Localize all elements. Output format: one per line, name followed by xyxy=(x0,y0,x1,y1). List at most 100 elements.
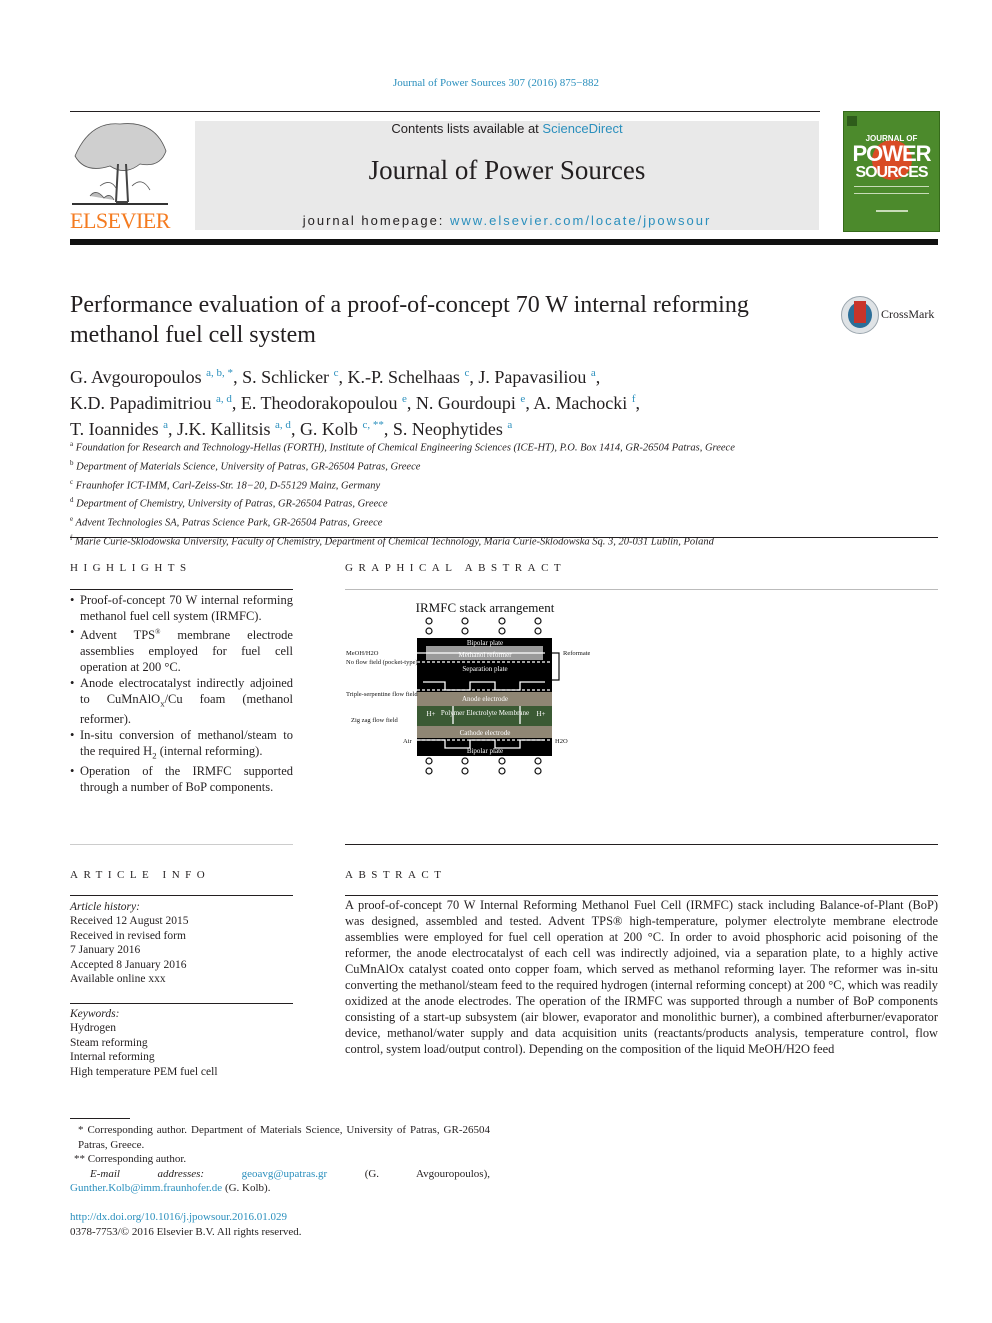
article-title: Performance evaluation of a proof-of-con… xyxy=(70,292,749,348)
article-info-rule xyxy=(70,895,293,896)
contents-line: Contents lists available at ScienceDirec… xyxy=(195,121,819,136)
homepage-prefix: journal homepage: xyxy=(302,213,451,228)
author[interactable]: K.-P. Schelhaas c xyxy=(347,367,469,387)
crossmark-label: CrossMark xyxy=(881,307,935,321)
doi-link[interactable]: http://dx.doi.org/10.1016/j.jpowsour.201… xyxy=(70,1211,287,1223)
highlights-rule xyxy=(70,589,293,590)
history-label: Article history: xyxy=(70,901,140,913)
abstract-rule xyxy=(345,895,938,896)
abstract-text: A proof-of-concept 70 W Internal Reformi… xyxy=(345,898,938,1056)
author-list: G. Avgouropoulos a, b, *, S. Schlicker c… xyxy=(70,367,640,439)
contents-prefix: Contents lists available at xyxy=(391,121,543,136)
layer-label: Cathode electrode xyxy=(460,729,511,737)
layer-label: Bipolar plate xyxy=(467,639,503,647)
membrane-ion-label: H+ xyxy=(536,710,545,718)
copyright: 0378-7753/© 2016 Elsevier B.V. All right… xyxy=(70,1226,302,1238)
author[interactable]: T. Ioannides a xyxy=(70,419,168,439)
author[interactable]: K.D. Papadimitriou a, d xyxy=(70,393,232,413)
highlight-item: Proof-of-concept 70 W internal reforming… xyxy=(70,593,293,625)
membrane-ion-label: H+ xyxy=(426,710,435,718)
affiliation: d Department of Chemistry, University of… xyxy=(70,496,388,510)
journal-cover[interactable]: JOURNAL OF POWER SOURCES xyxy=(843,111,940,232)
layer-label: Methanol reformer xyxy=(458,651,512,659)
reformate-loop xyxy=(552,652,560,681)
keywords-rule xyxy=(70,1003,293,1004)
email-label: E-mail addresses: xyxy=(90,1167,242,1180)
left-label: Zig zag flow field xyxy=(351,717,398,724)
email-link[interactable]: geoavg@upatras.gr xyxy=(242,1168,328,1180)
elsevier-wordmark: ELSEVIER xyxy=(70,208,170,233)
article-info-heading: ARTICLE INFO xyxy=(70,869,211,881)
crossmark-icon xyxy=(841,296,879,334)
author[interactable]: J.K. Kallitsis a, d xyxy=(177,419,291,439)
article-history: Article history: Received 12 August 2015… xyxy=(70,900,293,986)
header-thick-rule xyxy=(70,239,938,245)
email-owner: (G. Kolb). xyxy=(222,1182,271,1195)
highlight-item: In-situ conversion of methanol/steam to … xyxy=(70,728,293,764)
cover-publisher-icon xyxy=(847,116,857,126)
keyword[interactable]: High temperature PEM fuel cell xyxy=(70,1065,293,1079)
email-link[interactable]: Gunther.Kolb@imm.fraunhofer.de xyxy=(70,1182,222,1194)
sciencedirect-link[interactable]: ScienceDirect xyxy=(542,121,622,136)
graphical-abstract-end-rule xyxy=(345,844,938,845)
affiliation: a Foundation for Research and Technology… xyxy=(70,440,735,454)
section-divider xyxy=(70,537,938,538)
author[interactable]: J. Papavasiliou a xyxy=(478,367,595,387)
author[interactable]: S. Neophytides a xyxy=(393,419,512,439)
affiliation-list: a Foundation for Research and Technology… xyxy=(70,437,930,550)
journal-citation[interactable]: Journal of Power Sources 307 (2016) 875−… xyxy=(0,77,992,89)
footnotes: * Corresponding author. Department of Ma… xyxy=(70,1123,490,1196)
highlight-item: Anode electrocatalyst indirectly adjoine… xyxy=(70,676,293,728)
history-item: Accepted 8 January 2016 xyxy=(70,958,187,971)
journal-homepage: journal homepage: www.elsevier.com/locat… xyxy=(195,213,819,228)
footnote-rule xyxy=(70,1118,130,1119)
highlights-heading: HIGHLIGHTS xyxy=(70,562,192,574)
history-item: Received 12 August 2015 xyxy=(70,915,189,928)
history-item: Available online xxx xyxy=(70,973,166,986)
keyword[interactable]: Hydrogen xyxy=(70,1021,293,1035)
layer-label: Anode electrode xyxy=(462,695,508,703)
left-label: Triple-serpentine flow field xyxy=(346,691,418,698)
cover-footer xyxy=(876,210,908,212)
highlight-item: Advent TPS® membrane electrode assemblie… xyxy=(70,625,293,676)
header-rule xyxy=(70,111,820,112)
corresponding-author-1: * Corresponding author. Department of Ma… xyxy=(78,1124,490,1151)
graphical-abstract-rule xyxy=(345,589,938,590)
journal-title: Journal of Power Sources xyxy=(368,155,646,185)
graphical-abstract-heading: GRAPHICAL ABSTRACT xyxy=(345,562,567,574)
highlights-end-rule xyxy=(70,844,293,845)
author[interactable]: G. Kolb c, ** xyxy=(300,419,384,439)
crossmark-button[interactable]: CrossMark xyxy=(841,296,941,336)
author[interactable]: A. Machocki f xyxy=(533,393,635,413)
author[interactable]: G. Avgouropoulos a, b, * xyxy=(70,367,233,387)
left-label: MeOH/H2O xyxy=(346,650,379,657)
right-label: Reformate H2/CO2/H2O (CO, MeOH) xyxy=(563,650,590,657)
graphical-abstract-figure[interactable]: IRMFC stack arrangement Bipolar plate Me… xyxy=(345,598,590,778)
abstract-heading: ABSTRACT xyxy=(345,869,447,881)
keyword[interactable]: Steam reforming xyxy=(70,1036,293,1050)
email-owner: (G. Avgouropoulos), xyxy=(327,1167,490,1180)
cover-subtitle xyxy=(854,186,929,194)
cover-line2: POWER xyxy=(852,141,931,166)
right-label: H2O xyxy=(555,738,568,745)
keywords: Keywords: Hydrogen Steam reforming Inter… xyxy=(70,1007,293,1079)
affiliation: f Marie Curie-Sklodowska University, Fac… xyxy=(70,534,714,548)
author[interactable]: E. Theodorakopoulou e xyxy=(241,393,407,413)
affiliation: b Department of Materials Science, Unive… xyxy=(70,458,421,473)
figure-title: IRMFC stack arrangement xyxy=(416,600,555,615)
elsevier-tree-icon xyxy=(72,123,168,205)
affiliation: e Advent Technologies SA, Patras Science… xyxy=(70,515,383,529)
author[interactable]: N. Gourdoupi e xyxy=(416,393,525,413)
left-label: No flow field (pocket-type) xyxy=(346,659,418,666)
author[interactable]: S. Schlicker c xyxy=(242,367,338,387)
email-addresses: E-mail addresses: geoavg@upatras.gr (G. … xyxy=(70,1167,490,1196)
highlight-item: Operation of the IRMFC supported through… xyxy=(70,764,293,796)
keywords-label: Keywords: xyxy=(70,1008,120,1020)
affiliation: c Fraunhofer ICT-IMM, Carl-Zeiss-Str. 18… xyxy=(70,477,381,492)
keyword[interactable]: Internal reforming xyxy=(70,1050,293,1064)
history-item: Received in revised form xyxy=(70,929,186,942)
homepage-link[interactable]: www.elsevier.com/locate/jpowsour xyxy=(450,213,711,228)
cover-line3: SOURCES xyxy=(855,164,928,181)
corresponding-author-2: ** Corresponding author. xyxy=(74,1153,187,1166)
highlights-list: Proof-of-concept 70 W internal reforming… xyxy=(70,593,293,796)
